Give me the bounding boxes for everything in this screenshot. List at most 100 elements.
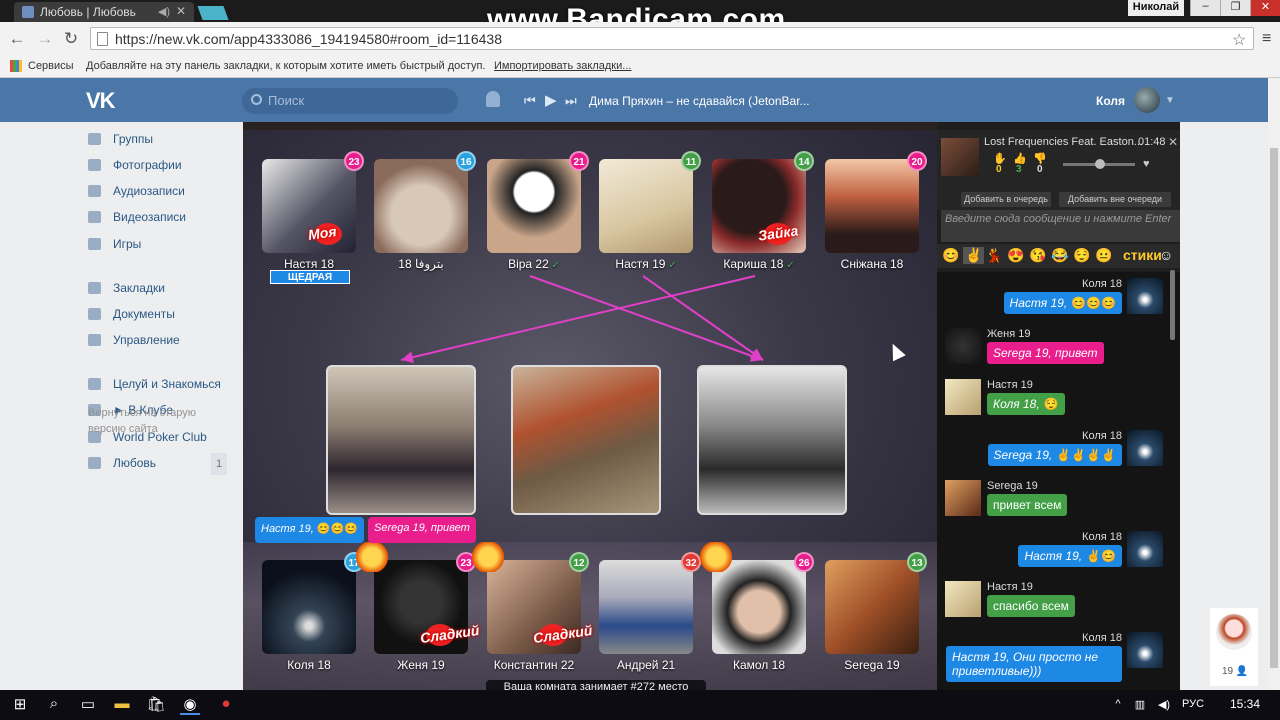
neutral-emoji-icon[interactable]: 😐 <box>1095 247 1112 264</box>
sidebar-item[interactable]: Группы <box>88 129 153 149</box>
restore-icon[interactable]: ❐ <box>1220 0 1250 16</box>
player-photo[interactable] <box>262 560 356 654</box>
chevron-down-icon[interactable]: ▼ <box>1165 95 1175 106</box>
network-icon[interactable]: ▥ <box>1130 698 1150 718</box>
volume-knob[interactable] <box>1095 159 1105 169</box>
bandicam-icon[interactable]: ● <box>216 695 236 715</box>
page-scrollbar[interactable] <box>1268 78 1280 690</box>
kiss-emoji-icon[interactable]: 😘 <box>1029 247 1046 264</box>
close-player-icon[interactable]: ✕ <box>1168 135 1178 149</box>
play-icon[interactable]: ▶ <box>545 91 557 109</box>
close-window-icon[interactable]: ✕ <box>1250 0 1280 16</box>
sidebar-item[interactable]: Документы <box>88 304 175 324</box>
language-indicator[interactable]: РУС <box>1182 698 1204 710</box>
back-arrow-icon[interactable]: ← <box>8 30 26 48</box>
player-card[interactable]: Настя 19 ✓ 11 <box>599 151 701 271</box>
couple-photo[interactable] <box>511 365 661 515</box>
laugh-emoji-icon[interactable]: 😂 <box>1051 247 1068 264</box>
chrome-icon[interactable]: ◉ <box>180 695 200 715</box>
chat-username[interactable]: Настя 19 <box>987 379 1033 391</box>
scrollbar-thumb[interactable] <box>1270 148 1278 668</box>
player-card[interactable]: Коля 18 17 <box>262 552 364 672</box>
player-photo[interactable] <box>599 159 693 253</box>
chat-username[interactable]: Коля 18 <box>1082 430 1122 442</box>
smiley-outline-icon[interactable]: ☺ <box>1159 247 1173 263</box>
add-out-of-queue-button[interactable]: Добавить вне очереди <box>1059 192 1171 207</box>
apps-icon[interactable] <box>10 60 22 72</box>
heart-icon[interactable]: ♥ <box>1143 158 1150 170</box>
bookmark-star-icon[interactable]: ☆ <box>1232 30 1246 50</box>
chat-username[interactable]: Serega 19 <box>987 480 1038 492</box>
heart-eyes-emoji-icon[interactable]: 😍 <box>1007 247 1024 264</box>
chat-avatar[interactable] <box>1127 531 1163 567</box>
search-icon[interactable]: ⌕ <box>44 695 64 715</box>
sidebar-item[interactable]: Целуй и Знакомься <box>88 374 221 394</box>
couple-photo[interactable] <box>697 365 847 515</box>
reload-icon[interactable]: ↻ <box>62 30 80 48</box>
chat-username[interactable]: Коля 18 <box>1082 632 1122 644</box>
player-card[interactable]: Константин 22 12 Сладкий <box>487 552 593 672</box>
now-playing-title[interactable]: Дима Пряхин – не сдавайся (JetonBar... <box>589 94 810 108</box>
store-icon[interactable]: 🛍 <box>146 695 166 715</box>
chat-avatar[interactable] <box>1127 430 1163 466</box>
chat-avatar[interactable] <box>945 328 981 364</box>
dancer-emoji-icon[interactable]: 💃 <box>985 247 1002 264</box>
header-user-name[interactable]: Коля <box>1096 94 1125 108</box>
chat-username[interactable]: Женя 19 <box>987 328 1030 340</box>
windows-start-icon[interactable]: ⊞ <box>10 695 30 715</box>
friend-avatar[interactable] <box>1216 614 1252 650</box>
volume-slider[interactable] <box>1063 159 1135 169</box>
chat-scrollbar[interactable] <box>1170 270 1175 340</box>
sidebar-item[interactable]: Аудиозаписи <box>88 181 185 201</box>
chat-avatar[interactable] <box>945 379 981 415</box>
chat-input[interactable]: Введите сюда сообщение и нажмите Enter <box>941 210 1180 242</box>
next-track-icon[interactable]: ⏭ <box>565 93 577 109</box>
chat-username[interactable]: Коля 18 <box>1082 278 1122 290</box>
audio-icon[interactable]: ◀) <box>158 5 170 18</box>
minimize-icon[interactable]: – <box>1190 0 1220 16</box>
browser-tab[interactable]: Любовь | Любовь ◀) ✕ <box>14 2 194 22</box>
sidebar-item[interactable]: Любовь 1 <box>88 453 227 475</box>
address-bar[interactable]: https://new.vk.com/app4333086_194194580#… <box>90 27 1254 50</box>
sidebar-item[interactable]: Управление <box>88 330 180 350</box>
previous-track-icon[interactable]: ⏮ <box>524 93 536 109</box>
player-card[interactable]: Serega 19 13 <box>825 552 927 672</box>
notifications-bell-icon[interactable] <box>486 91 500 107</box>
player-card[interactable]: Камол 18 26 <box>712 552 814 672</box>
task-view-icon[interactable]: ▭ <box>78 695 98 715</box>
add-to-queue-button[interactable]: Добавить в очередь <box>961 192 1051 207</box>
search-input[interactable]: Поиск <box>242 88 458 114</box>
player-card[interactable]: 18 بتروفا 16 <box>374 151 476 271</box>
volume-icon[interactable]: ◀) <box>1154 698 1174 718</box>
couple-photo[interactable] <box>326 365 476 515</box>
victory-emoji-icon[interactable]: ✌ <box>963 247 985 264</box>
chat-username[interactable]: Настя 19 <box>987 581 1033 593</box>
sidebar-item[interactable]: Закладки <box>88 278 165 298</box>
window-user-label[interactable]: Николай <box>1128 0 1184 16</box>
sidebar-item[interactable]: Игры <box>88 234 141 254</box>
player-photo[interactable] <box>825 159 919 253</box>
player-photo[interactable] <box>599 560 693 654</box>
player-card[interactable]: Женя 19 23 Сладкий <box>374 552 480 672</box>
player-card[interactable]: Настя 18 23 Моя <box>262 151 364 271</box>
new-tab-button[interactable] <box>197 6 229 20</box>
services-link[interactable]: Сервисы <box>28 60 74 72</box>
player-photo[interactable] <box>712 560 806 654</box>
chat-username[interactable]: Коля 18 <box>1082 531 1122 543</box>
player-card[interactable]: Віра 22 ✓ 21 <box>487 151 589 271</box>
browser-menu-icon[interactable]: ≡ <box>1262 30 1271 48</box>
header-avatar[interactable] <box>1134 87 1160 113</box>
vk-logo[interactable]: VK <box>86 88 116 114</box>
old-site-link[interactable]: Вернуться на старую версию сайта <box>88 405 218 437</box>
relieved-emoji-icon[interactable]: 😌 <box>1073 247 1090 264</box>
clock[interactable]: 15:34 <box>1230 697 1260 711</box>
tab-close-icon[interactable]: ✕ <box>176 4 186 18</box>
chat-avatar[interactable] <box>945 480 981 516</box>
player-photo[interactable] <box>374 159 468 253</box>
tray-arrow-icon[interactable]: ^ <box>1108 698 1128 718</box>
player-card[interactable]: Сніжана 18 20 <box>825 151 927 271</box>
sidebar-item[interactable]: Видеозаписи <box>88 207 186 227</box>
stickers-tab[interactable]: стики <box>1123 247 1162 263</box>
player-card[interactable]: Кариша 18 ✓ 14 Зайка <box>712 151 814 271</box>
import-bookmarks-link[interactable]: Импортировать закладки... <box>494 60 631 72</box>
